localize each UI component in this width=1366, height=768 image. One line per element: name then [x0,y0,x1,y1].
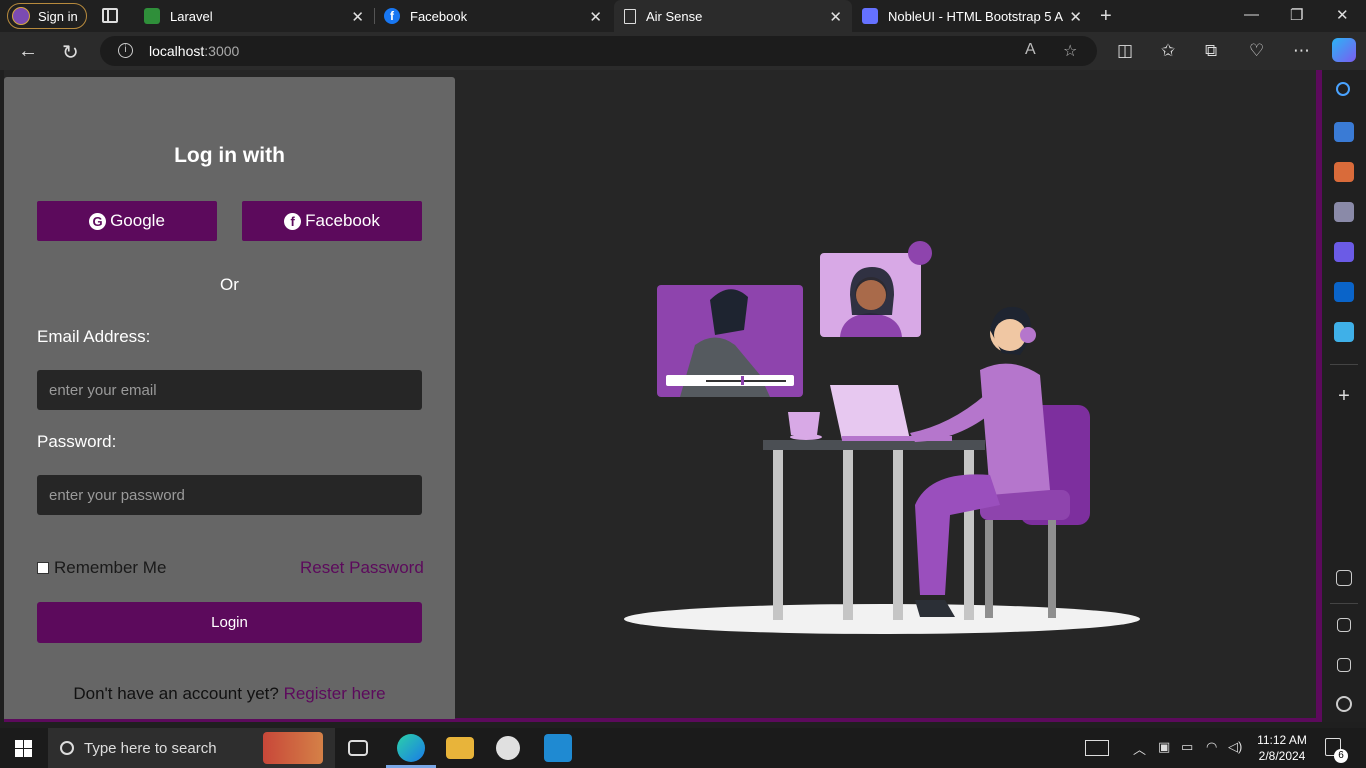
site-info-icon[interactable]: i [118,43,133,58]
battery-icon[interactable]: ▭ [1181,739,1193,755]
profile-button[interactable]: Sign in [7,3,87,29]
volume-icon[interactable]: ◁) [1228,739,1242,755]
sidebar-divider [1330,364,1358,365]
favorite-star-icon[interactable]: ☆ [1063,41,1077,61]
gift-icon [263,732,323,764]
collections-icon[interactable]: ⧉ [1205,41,1217,61]
page-favicon-icon [624,8,636,24]
tab-title: Facebook [410,8,468,24]
wifi-icon[interactable]: ◠ [1206,739,1217,755]
sidebar-divider [1330,603,1358,604]
edge-sidebar: + [1322,70,1366,722]
google-login-button[interactable]: G Google [37,201,217,241]
google-label: Google [110,211,165,230]
tab-actions-icon[interactable] [102,8,118,23]
login-heading: Log in with [174,144,285,167]
tools-icon[interactable] [1334,162,1354,182]
external-link-icon[interactable] [1337,658,1351,672]
tab-laravel[interactable]: Laravel ✕ [134,0,374,32]
taskbar: Type here to search ︿ ▣ ▭ ◠ ◁) 11:12 AM … [0,728,1366,768]
laravel-favicon-icon [144,8,160,24]
email-field[interactable] [37,370,422,410]
notification-badge: 6 [1334,749,1348,763]
facebook-label: Facebook [305,211,380,230]
facebook-favicon-icon: f [384,8,400,24]
address-row: ← ↻ i localhost:3000 A ☆ ◫ ✩ ⧉ ♡ ⋯ [0,32,1366,70]
read-aloud-icon[interactable]: A [1025,41,1036,59]
taskbar-clock[interactable]: 11:12 AM 2/8/2024 [1250,732,1314,764]
more-options-icon[interactable]: ⋯ [1293,41,1310,61]
signup-text: Don't have an account yet? [73,684,279,703]
minimize-icon[interactable]: — [1244,6,1259,23]
clock-date: 2/8/2024 [1258,749,1306,763]
tab-title: NobleUI - HTML Bootstrap 5 Admin [888,8,1063,24]
taskbar-search[interactable]: Type here to search [48,728,335,768]
add-icon[interactable]: + [1334,386,1354,406]
avatar [12,7,30,25]
screenshot-icon[interactable] [1336,570,1352,586]
drop-icon[interactable] [1334,322,1354,342]
shopping-tag-icon[interactable] [1334,122,1354,142]
profile-label: Sign in [38,8,78,24]
edge-taskbar-icon[interactable] [397,734,425,762]
games-icon[interactable] [1334,202,1354,222]
video-call-illustration [624,241,1140,634]
url-text: localhost:3000 [149,43,240,59]
remember-me[interactable]: Remember Me [37,558,166,578]
close-window-icon[interactable]: ✕ [1336,6,1349,24]
reset-password-link[interactable]: Reset Password [300,558,424,578]
settings-gear-icon[interactable] [1336,696,1352,712]
copilot-icon[interactable] [1332,38,1356,62]
vscode-icon[interactable] [544,734,572,762]
news-widget-icon[interactable] [1085,740,1109,756]
search-icon[interactable] [1336,82,1350,96]
tab-facebook[interactable]: f Facebook ✕ [374,0,612,32]
close-tab-icon[interactable]: ✕ [829,8,842,26]
address-bar[interactable]: i localhost:3000 A ☆ [100,36,1097,66]
task-view-icon[interactable] [348,740,368,756]
facebook-login-button[interactable]: f Facebook [242,201,422,241]
remember-checkbox[interactable] [37,562,49,574]
close-tab-icon[interactable]: ✕ [1069,8,1082,26]
refresh-icon[interactable]: ↻ [62,40,79,65]
windows-start-icon[interactable] [15,740,32,757]
split-screen-icon[interactable]: ◫ [1117,41,1133,61]
email-label: Email Address: [37,327,151,346]
tab-air-sense[interactable]: Air Sense ✕ [614,0,852,32]
chevron-up-icon[interactable]: ︿ [1133,739,1146,758]
microsoft-365-icon[interactable] [1334,242,1354,262]
signup-prompt: Don't have an account yet? Register here [4,684,455,704]
tab-nobleui[interactable]: NobleUI - HTML Bootstrap 5 Admin ✕ [852,0,1092,32]
back-icon[interactable]: ← [18,40,38,63]
login-panel: Log in with G Google f Facebook Or Email… [4,77,455,719]
clock-time: 11:12 AM [1257,733,1307,747]
google-icon: G [89,212,107,230]
tab-title: Air Sense [646,8,703,24]
tab-title: Laravel [170,8,213,24]
close-tab-icon[interactable]: ✕ [589,8,602,26]
browser-tab-bar: Sign in Laravel ✕ f Facebook ✕ Air Sense… [0,0,1366,32]
or-divider: Or [220,275,239,294]
restore-icon[interactable]: ❐ [1290,6,1303,24]
login-button[interactable]: Login [37,602,422,643]
register-link[interactable]: Register here [284,684,386,703]
health-icon[interactable]: ♡ [1249,41,1264,61]
outlook-icon[interactable] [1334,282,1354,302]
search-icon [60,741,74,755]
search-placeholder: Type here to search [84,739,217,757]
password-label: Password: [37,432,117,451]
close-tab-icon[interactable]: ✕ [351,8,364,26]
nobleui-favicon-icon [862,8,878,24]
sidebar-toggle-icon[interactable] [1337,618,1351,632]
facebook-icon: f [284,212,302,230]
favorites-icon[interactable]: ✩ [1161,41,1175,61]
chatgpt-icon[interactable] [496,736,520,760]
meet-icon[interactable]: ▣ [1158,739,1170,755]
file-explorer-icon[interactable] [446,737,474,759]
new-tab-icon[interactable]: + [1100,5,1112,28]
password-field[interactable] [37,475,422,515]
remember-label: Remember Me [54,558,167,577]
